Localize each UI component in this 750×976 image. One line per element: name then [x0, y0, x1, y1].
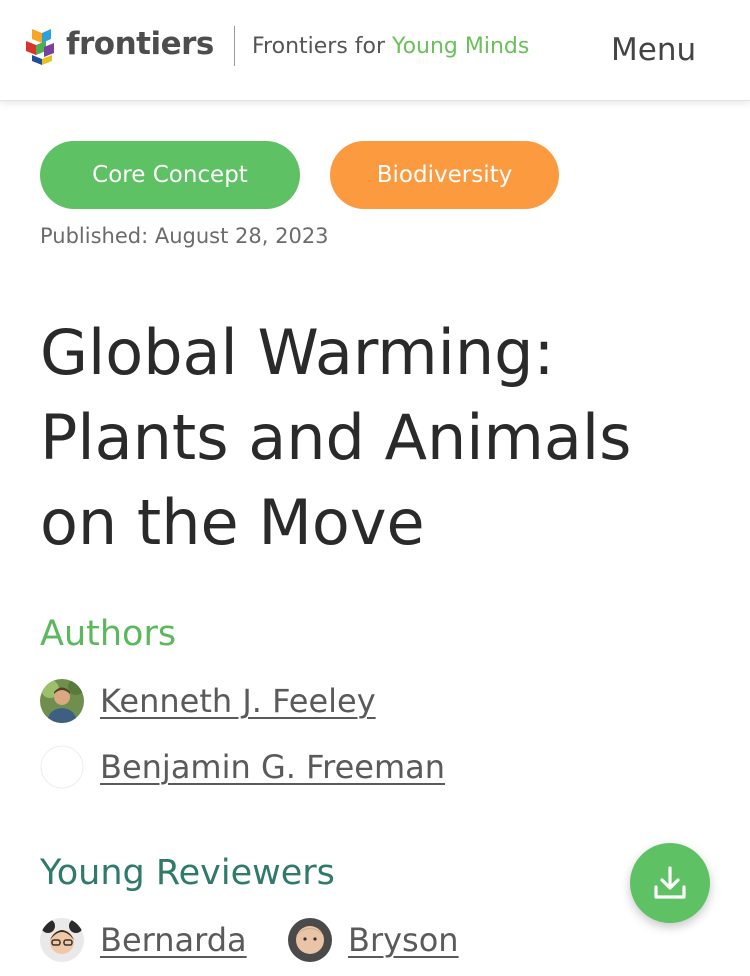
- published-date: Published: August 28, 2023: [40, 224, 329, 248]
- frontiers-logo-icon[interactable]: [24, 27, 58, 65]
- reviewers-heading: Young Reviewers: [40, 853, 335, 893]
- author-avatar: [40, 745, 84, 789]
- tag-core-concept[interactable]: Core Concept: [40, 141, 300, 209]
- reviewer-avatar: [40, 918, 84, 962]
- reviewer-name[interactable]: Bryson: [348, 921, 459, 959]
- author-item[interactable]: Kenneth J. Feeley: [40, 679, 376, 723]
- menu-button[interactable]: Menu: [611, 32, 696, 68]
- brand-name[interactable]: frontiers: [66, 26, 214, 62]
- tag-biodiversity[interactable]: Biodiversity: [330, 141, 559, 209]
- author-name[interactable]: Benjamin G. Freeman: [100, 748, 445, 786]
- reviewer-name[interactable]: Bernarda: [100, 921, 247, 959]
- header-divider: [234, 26, 235, 66]
- article-title: Global Warming: Plants and Animals on th…: [40, 316, 632, 559]
- reviewer-item[interactable]: Bernarda: [40, 918, 247, 962]
- reviewer-avatar: [288, 918, 332, 962]
- subbrand-prefix: Frontiers for: [252, 34, 393, 59]
- authors-heading: Authors: [40, 614, 177, 654]
- author-name[interactable]: Kenneth J. Feeley: [100, 682, 376, 720]
- author-item[interactable]: Benjamin G. Freeman: [40, 745, 445, 789]
- author-avatar: [40, 679, 84, 723]
- download-button[interactable]: [630, 843, 710, 923]
- subbrand-link[interactable]: Frontiers for Young Minds: [252, 34, 529, 59]
- site-header: frontiers Frontiers for Young Minds Menu: [0, 0, 750, 101]
- download-icon: [654, 866, 686, 899]
- subbrand-highlight: Young Minds: [392, 34, 530, 59]
- reviewer-item[interactable]: Bryson: [288, 918, 459, 962]
